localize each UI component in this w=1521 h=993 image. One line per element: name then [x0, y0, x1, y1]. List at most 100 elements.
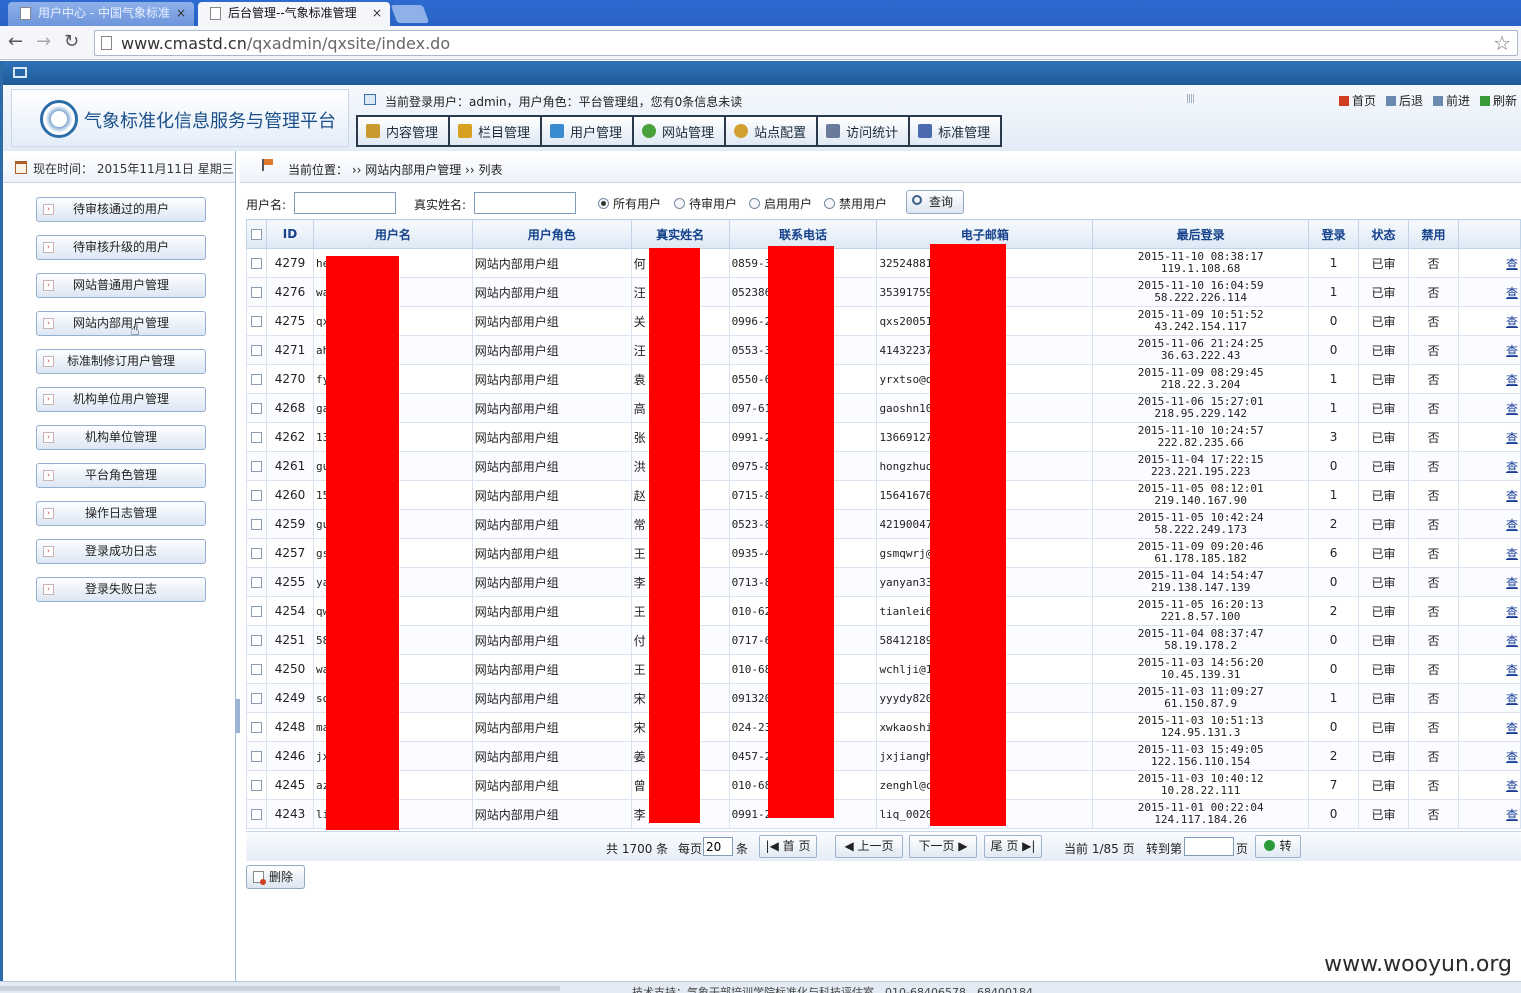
table-row[interactable]: 4250 wa 网站内部用户组王 010-684 wchlji@16 2015-11-03…	[246, 654, 1521, 684]
row-view-link[interactable]: 查	[1506, 547, 1518, 561]
row-checkbox[interactable]	[250, 635, 262, 646]
sidebar-item-operation-log[interactable]: › 操作日志管理	[36, 501, 206, 526]
sidebar-item-login-failure-log[interactable]: › 登录失败日志	[36, 577, 206, 602]
menu-website-management[interactable]: 网站管理	[634, 117, 725, 145]
per-page-input[interactable]	[703, 837, 733, 856]
row-view-link[interactable]: 查	[1506, 373, 1518, 387]
close-icon[interactable]: ×	[372, 2, 382, 25]
sidebar-item-standard-revision-users[interactable]: › 标准制修订用户管理	[36, 349, 206, 374]
row-view-link[interactable]: 查	[1506, 489, 1518, 503]
row-view-link[interactable]: 查	[1506, 460, 1518, 474]
table-row[interactable]: 4259 gu 网站内部用户组常 0523-86 421900471 2015-11-05…	[246, 509, 1521, 539]
row-checkbox[interactable]	[250, 316, 262, 327]
row-view-link[interactable]: 查	[1506, 315, 1518, 329]
row-checkbox[interactable]	[250, 664, 262, 675]
address-bar[interactable]: www.cmastd.cn/qxadmin/qxsite/index.do ☆	[94, 30, 1518, 56]
table-row[interactable]: 4262 13 网站内部用户组张 0991-26 136691272 2015-11-10…	[246, 422, 1521, 452]
select-all-checkbox[interactable]	[250, 229, 262, 240]
table-row[interactable]: 4246 jx 网站内部用户组姜 0457-23 jxjiangh_ 2015-11-03…	[246, 741, 1521, 771]
table-row[interactable]: 4270 fy 网站内部用户组袁 0550-67 yrxtso@qq 2015-11-09…	[246, 364, 1521, 394]
table-row[interactable]: 4255 ya 网站内部用户组李 0713-88 yanyan330 2015-11-04…	[246, 567, 1521, 597]
row-view-link[interactable]: 查	[1506, 344, 1518, 358]
prev-page-button[interactable]: ◀ 上一页	[835, 835, 903, 858]
browser-tab-user-center[interactable]: 用户中心 - 中国气象标准 ×	[8, 2, 194, 26]
table-row[interactable]: 4271 ah 网站内部用户组汪 0553-39 414322374 2015-11-06…	[246, 335, 1521, 365]
quick-link-refresh[interactable]: 刷新	[1479, 92, 1517, 109]
menu-site-config[interactable]: 站点配置	[726, 117, 817, 145]
table-row[interactable]: 4261 gu 网站内部用户组洪 0975-83 hongzhuol 2015-11-04…	[246, 451, 1521, 481]
row-checkbox[interactable]	[250, 809, 262, 820]
browser-tab-admin[interactable]: 后台管理--气象标准管理 ×	[198, 2, 390, 26]
close-icon[interactable]: ×	[176, 2, 186, 25]
table-row[interactable]: 4276 wa 网站内部用户组汪 0523868 353917590 2015-11-10…	[246, 277, 1521, 307]
menu-standard-management[interactable]: 标准管理	[910, 117, 1001, 145]
row-checkbox[interactable]	[250, 722, 262, 733]
select-all-header[interactable]	[246, 219, 267, 249]
row-checkbox[interactable]	[250, 577, 262, 588]
table-row[interactable]: 4248 ma 网站内部用户组宋 024-230 xwkaoshi@ 2015-11-03…	[246, 712, 1521, 742]
sidebar-item-org-management[interactable]: › 机构单位管理	[36, 425, 206, 450]
row-select-cell[interactable]	[246, 741, 267, 771]
table-row[interactable]: 4260 15 网站内部用户组赵 0715-82 156416764 2015-11-05…	[246, 480, 1521, 510]
row-view-link[interactable]: 查	[1506, 634, 1518, 648]
table-row[interactable]: 4275 qx 网站内部用户组关 0996-27 qxs200516 2015-11-09…	[246, 306, 1521, 336]
delete-button[interactable]: 删除	[246, 865, 305, 889]
row-checkbox[interactable]	[250, 490, 262, 501]
table-row[interactable]: 4254 qw 网站内部用户组王 010-620 tianlei62 2015-11-05…	[246, 596, 1521, 626]
column-header-role[interactable]: 用户角色	[471, 219, 632, 249]
row-view-link[interactable]: 查	[1506, 605, 1518, 619]
column-header-last-login[interactable]: 最后登录	[1092, 219, 1310, 249]
row-checkbox[interactable]	[250, 751, 262, 762]
row-checkbox[interactable]	[250, 258, 262, 269]
menu-column-management[interactable]: 栏目管理	[450, 117, 541, 145]
row-select-cell[interactable]	[246, 248, 267, 278]
row-select-cell[interactable]	[246, 451, 267, 481]
column-header-phone[interactable]: 联系电话	[728, 219, 878, 249]
row-checkbox[interactable]	[250, 780, 262, 791]
row-view-link[interactable]: 查	[1506, 576, 1518, 590]
table-row[interactable]: 4268 ga 网站内部用户组高 097-613 gaoshn100 2015-11-06…	[246, 393, 1521, 423]
menu-user-management[interactable]: 用户管理	[542, 117, 633, 145]
sidebar-item-login-success-log[interactable]: › 登录成功日志	[36, 539, 206, 564]
column-header-username[interactable]: 用户名	[312, 219, 473, 249]
reload-icon[interactable]: ↻	[64, 32, 79, 52]
bookmark-star-icon[interactable]: ☆	[1493, 31, 1511, 55]
row-select-cell[interactable]	[246, 654, 267, 684]
row-select-cell[interactable]	[246, 799, 267, 829]
table-row[interactable]: 4257 gs 网站内部用户组王 0935-41 gsmqwrj@1 2015-11-09…	[246, 538, 1521, 568]
row-view-link[interactable]: 查	[1506, 431, 1518, 445]
row-checkbox[interactable]	[250, 519, 262, 530]
row-checkbox[interactable]	[250, 693, 262, 704]
table-row[interactable]: 4243 li 网站内部用户组李 0991-26 liq_0020@ 2015-11-01…	[246, 799, 1521, 829]
row-select-cell[interactable]	[246, 393, 267, 423]
column-header-login-count[interactable]: 登录	[1308, 219, 1360, 249]
table-row[interactable]: 4251 58 网站内部用户组付 0717-63 584121897 2015-11-04…	[246, 625, 1521, 655]
row-checkbox[interactable]	[250, 403, 262, 414]
row-view-link[interactable]: 查	[1506, 286, 1518, 300]
row-select-cell[interactable]	[246, 306, 267, 336]
radio-disabled-users[interactable]: 禁用用户	[824, 195, 887, 212]
row-view-link[interactable]: 查	[1506, 257, 1518, 271]
row-select-cell[interactable]	[246, 364, 267, 394]
row-checkbox[interactable]	[250, 345, 262, 356]
row-select-cell[interactable]	[246, 770, 267, 800]
row-select-cell[interactable]	[246, 335, 267, 365]
column-header-disabled[interactable]: 禁用	[1408, 219, 1459, 249]
radio-pending-users[interactable]: 待审用户	[674, 195, 737, 212]
column-header-realname[interactable]: 真实姓名	[630, 219, 730, 249]
row-view-link[interactable]: 查	[1506, 750, 1518, 764]
row-select-cell[interactable]	[246, 422, 267, 452]
radio-all-users[interactable]: 所有用户	[598, 195, 661, 212]
row-view-link[interactable]: 查	[1506, 692, 1518, 706]
row-view-link[interactable]: 查	[1506, 808, 1518, 822]
query-button[interactable]: 查询	[906, 190, 964, 214]
row-select-cell[interactable]	[246, 538, 267, 568]
username-input[interactable]	[294, 192, 396, 214]
realname-input[interactable]	[474, 192, 576, 214]
row-select-cell[interactable]	[246, 625, 267, 655]
table-row[interactable]: 4245 az 网站内部用户组曾 010-684 zenghl@cm 2015-11-03…	[246, 770, 1521, 800]
row-select-cell[interactable]	[246, 480, 267, 510]
sidebar-item-pending-approval[interactable]: › 待审核通过的用户	[36, 197, 206, 222]
row-select-cell[interactable]	[246, 509, 267, 539]
forward-arrow-icon[interactable]: →	[36, 32, 51, 52]
